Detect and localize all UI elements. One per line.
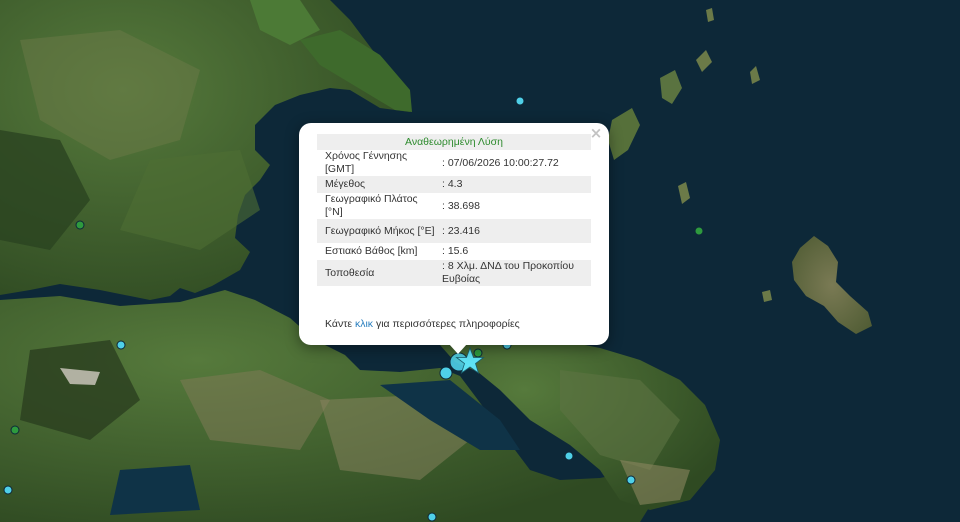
earthquake-marker [626, 475, 636, 485]
more-info-text: Κάντε κλικ για περισσότερες πληροφορίες [325, 318, 520, 330]
table-row: Γεωγραφικό Πλάτος [°N] : 38.698 [317, 193, 591, 219]
close-icon[interactable]: × [589, 125, 603, 141]
popup-tip [449, 344, 467, 354]
origin-time-value: : 07/06/2026 10:00:27.72 [442, 156, 559, 169]
earthquake-marker [116, 340, 126, 350]
more-info-link[interactable]: κλικ [355, 318, 373, 330]
earthquake-marker [10, 425, 20, 435]
footer-prefix: Κάντε [325, 318, 355, 330]
magnitude-label: Μέγεθος [317, 176, 438, 193]
origin-time-label: Χρόνος Γέννησης [GMT] [325, 150, 408, 175]
earthquake-marker [515, 96, 525, 106]
earthquake-marker [439, 366, 453, 380]
table-row: Μέγεθος : 4.3 [317, 176, 591, 193]
table-row: Γεωγραφικό Μήκος [°E] : 23.416 [317, 219, 591, 243]
magnitude-value: : 4.3 [438, 176, 591, 193]
latitude-label: Γεωγραφικό Πλάτος [°N] [325, 193, 418, 218]
depth-label: Εστιακό Βάθος [km] [325, 245, 418, 257]
earthquake-marker [427, 512, 437, 522]
depth-value: : 15.6 [442, 245, 469, 257]
table-row: Εστιακό Βάθος [km] : 15.6 [317, 243, 591, 260]
longitude-label: Γεωγραφικό Μήκος [°E] [317, 219, 438, 243]
earthquake-details-table: Αναθεωρημένη Λύση Χρόνος Γέννησης [GMT] … [317, 134, 591, 286]
latitude-value: : 38.698 [442, 199, 480, 212]
popup-title: Αναθεωρημένη Λύση [317, 134, 591, 150]
location-label: Τοποθεσία [317, 260, 438, 286]
location-value: : 8 Χλμ. ΔΝΔ του Προκοπίου Ευβοίας [438, 260, 591, 286]
earthquake-marker [75, 220, 85, 230]
earthquake-marker [564, 451, 574, 461]
earthquake-marker [694, 226, 704, 236]
footer-suffix: για περισσότερες πληροφορίες [373, 318, 520, 330]
earthquake-marker [3, 485, 13, 495]
table-row: Τοποθεσία : 8 Χλμ. ΔΝΔ του Προκοπίου Ευβ… [317, 260, 591, 286]
earthquake-marker [473, 348, 483, 358]
table-row: Χρόνος Γέννησης [GMT] : 07/06/2026 10:00… [317, 150, 591, 176]
longitude-value: : 23.416 [438, 219, 591, 243]
earthquake-info-popup: × Αναθεωρημένη Λύση Χρόνος Γέννησης [GMT… [299, 123, 609, 345]
